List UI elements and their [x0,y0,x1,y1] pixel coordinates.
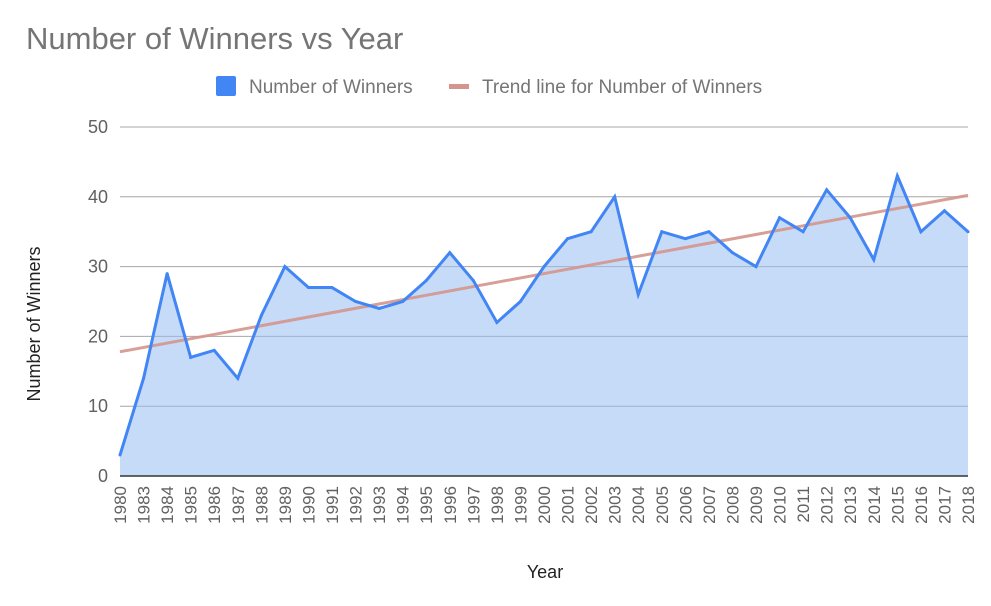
data-point [683,237,687,241]
data-point [942,209,946,213]
data-point [919,230,923,234]
data-point [636,293,640,297]
x-tick-label: 1994 [394,486,413,524]
data-point [518,300,522,303]
legend-swatch-trendline [449,84,469,89]
x-tick-label: 1980 [111,486,130,524]
y-tick-label: 50 [88,117,108,137]
data-point [212,348,216,352]
x-tick-label: 1985 [182,486,201,524]
x-tick-label: 1986 [205,486,224,524]
x-tick-label: 2014 [865,486,884,524]
data-point [306,286,310,290]
x-tick-label: 2016 [912,486,931,524]
data-point [259,313,263,317]
legend-swatch-winners [216,76,236,96]
data-point [330,286,334,290]
data-point [660,230,664,234]
data-point [730,251,734,255]
x-tick-label: 2011 [794,486,813,523]
data-point [165,272,169,276]
x-tick-label: 1998 [488,486,507,524]
data-point [142,376,146,380]
x-tick-label: 2004 [629,486,648,524]
x-tick-label: 1991 [323,486,342,524]
data-point [236,376,240,380]
data-point [848,216,852,220]
x-tick-label: 2018 [959,486,978,524]
x-tick-label: 2012 [818,486,837,524]
chart: Number of Winners vs Year Number of Winn… [24,21,978,582]
x-tick-label: 1984 [158,486,177,524]
x-tick-label: 2007 [700,486,719,524]
x-tick-label: 1990 [299,486,318,524]
data-point [566,237,570,241]
data-point [495,320,499,324]
x-tick-label: 1999 [511,486,530,524]
x-tick-label: 2002 [582,486,601,524]
data-point [448,251,452,255]
data-point [801,230,805,234]
data-point [825,188,829,192]
data-point [542,265,546,269]
x-tick-label: 1995 [417,486,436,524]
data-point [707,230,711,234]
y-tick-label: 0 [98,466,108,486]
data-point [778,216,782,220]
data-point [613,195,617,199]
x-tick-label: 1987 [229,486,248,524]
x-tick-label: 2005 [653,486,672,524]
y-axis-title: Number of Winners [24,246,44,401]
data-point [872,258,876,262]
x-tick-label: 1989 [276,486,295,524]
data-point [471,279,475,283]
x-tick-label: 2009 [747,486,766,524]
y-tick-label: 40 [88,187,108,207]
x-tick-label: 2008 [723,486,742,524]
x-tick-label: 1997 [464,486,483,524]
data-point [401,300,405,303]
x-tick-label: 2017 [935,486,954,524]
x-axis-ticks: 1980 1983 1984 1985 1986 1987 1988 1989 1990 1991… [111,486,978,524]
area-fill [120,175,968,477]
data-point [118,453,122,457]
chart-title: Number of Winners vs Year [26,21,403,56]
x-tick-label: 1988 [252,486,271,524]
legend-label-trendline: Trend line for Number of Winners [482,77,762,98]
data-point [189,355,193,359]
x-tick-label: 2001 [559,486,578,524]
x-tick-label: 1996 [441,486,460,524]
data-point [377,306,381,310]
x-tick-label: 2013 [841,486,860,524]
legend-label-winners: Number of Winners [249,77,413,98]
plot-area [118,126,970,477]
x-tick-label: 2000 [535,486,554,524]
data-point [895,174,899,178]
x-tick-label: 1992 [347,486,366,524]
data-point [354,300,358,303]
x-axis-title: Year [527,562,563,582]
data-point [283,265,287,269]
x-tick-label: 2003 [606,486,625,524]
data-point [966,230,970,234]
x-tick-label: 2010 [771,486,790,524]
y-tick-label: 30 [88,257,108,277]
x-tick-label: 2015 [888,486,907,524]
y-axis-ticks: 0 10 20 30 40 50 [88,117,108,486]
x-tick-label: 1983 [135,486,154,524]
data-point [424,279,428,283]
data-point [754,265,758,269]
y-tick-label: 20 [88,326,108,346]
data-point [589,230,593,234]
x-tick-label: 2006 [676,486,695,524]
y-tick-label: 10 [88,396,108,416]
legend: Number of Winners Trend line for Number … [216,76,762,98]
x-tick-label: 1993 [370,486,389,524]
